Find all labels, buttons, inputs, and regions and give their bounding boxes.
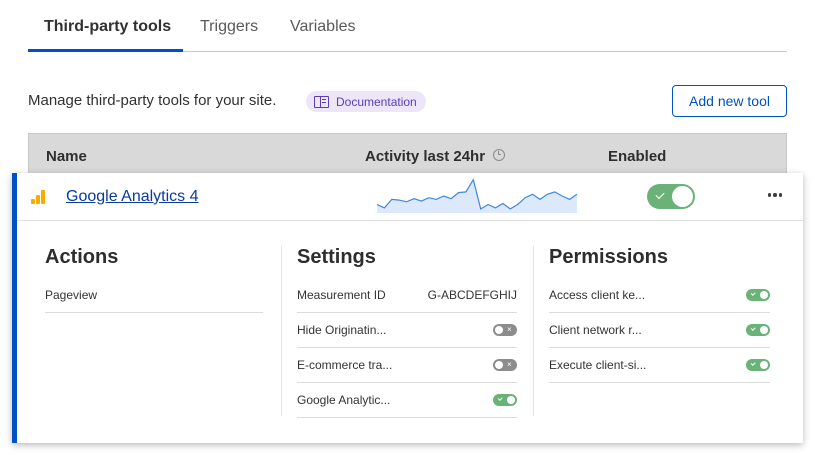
check-icon [655,189,665,200]
permission-toggle-on[interactable] [746,289,770,301]
setting-label: Measurement ID [297,288,386,302]
more-options-button[interactable] [765,183,785,207]
tool-enabled-toggle[interactable] [647,184,695,209]
actions-title: Actions [45,246,119,268]
action-label: Pageview [45,288,98,302]
measurement-id-value: G-ABCDEFGHIJ [427,288,517,302]
page-description: Manage third-party tools for your site. [28,92,277,109]
active-tab-indicator [28,49,183,52]
google-analytics-bars-icon [31,190,45,204]
toggle-knob [672,186,693,207]
tool-card-expanded: Google Analytics 4 Actions Pageview Sett… [12,173,803,443]
permissions-title: Permissions [549,246,668,268]
tab-variables[interactable]: Variables [290,18,356,36]
column-divider [281,246,282,416]
permission-row: Access client ke... [549,278,770,313]
setting-label: E-commerce tra... [297,358,393,372]
list-item[interactable]: Pageview [45,278,263,313]
settings-title: Settings [297,246,376,268]
permission-toggle-on[interactable] [746,359,770,371]
clock-icon [493,149,505,161]
permission-label: Access client ke... [549,288,646,302]
column-header-enabled: Enabled [608,148,667,165]
setting-row: E-commerce tra... × [297,348,517,383]
setting-toggle-off[interactable]: × [493,359,517,371]
setting-toggle-off[interactable]: × [493,324,517,336]
column-divider [533,246,534,416]
column-header-name: Name [46,148,87,165]
setting-row: Hide Originatin... × [297,313,517,348]
tab-triggers[interactable]: Triggers [200,18,258,36]
permission-label: Client network r... [549,323,642,337]
setting-row-measurement-id: Measurement ID G-ABCDEFGHIJ [297,278,517,313]
documentation-label: Documentation [336,94,417,109]
book-icon [314,95,329,108]
tab-bar: Third-party tools Triggers Variables [28,0,787,52]
column-header-activity: Activity last 24hr [365,148,486,165]
more-dot [767,193,772,197]
setting-label: Hide Originatin... [297,323,387,337]
permission-label: Execute client-si... [549,358,647,372]
activity-sparkline [376,178,578,213]
tool-name-link[interactable]: Google Analytics 4 [66,188,199,206]
permission-toggle-on[interactable] [746,324,770,336]
setting-label: Google Analytic... [297,393,391,407]
more-dot [773,193,777,197]
permission-row: Execute client-si... [549,348,770,383]
table-row: Google Analytics 4 [17,173,803,221]
tab-third-party-tools[interactable]: Third-party tools [44,18,171,36]
setting-row: Google Analytic... [297,383,517,418]
permission-row: Client network r... [549,313,770,348]
more-dot [778,193,783,197]
setting-toggle-on[interactable] [493,394,517,406]
add-new-tool-button[interactable]: Add new tool [672,85,787,117]
documentation-link[interactable]: Documentation [306,91,426,112]
